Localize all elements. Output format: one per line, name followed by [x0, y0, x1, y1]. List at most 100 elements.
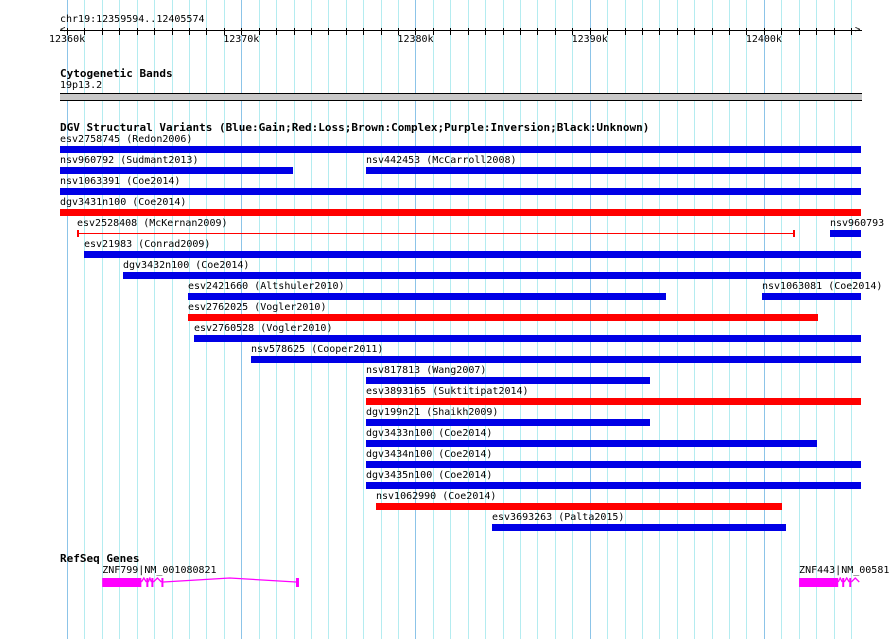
ruler-tick — [137, 28, 138, 35]
ruler-tick — [537, 28, 538, 35]
ruler-tick — [276, 28, 277, 35]
ruler-tick — [311, 28, 312, 35]
ruler-tick — [119, 28, 120, 35]
variant-bar[interactable] — [60, 209, 861, 216]
ruler-tick-label: 12380k — [397, 34, 434, 45]
ruler-tick — [677, 28, 678, 35]
variant-label: dgv3435n100 (Coe2014) — [366, 470, 493, 481]
exon — [799, 578, 839, 587]
variant-line[interactable] — [77, 233, 793, 234]
variant-bar[interactable] — [762, 293, 861, 300]
ruler-tick — [625, 28, 626, 35]
variant-bar[interactable] — [60, 146, 861, 153]
ruler-tick — [328, 28, 329, 35]
variant-bar[interactable] — [366, 377, 650, 384]
variant-label: esv3893165 (Suktitipat2014) — [366, 386, 529, 397]
variant-label: nsv578625 (Cooper2011) — [251, 344, 384, 355]
ruler-tick — [555, 28, 556, 35]
variant-bar[interactable] — [194, 335, 861, 342]
variant-label: esv2421660 (Altshuler2010) — [188, 281, 345, 292]
variant-bar[interactable] — [60, 188, 861, 195]
ruler-tick — [381, 28, 382, 35]
ruler-tick — [154, 28, 155, 35]
gene-model[interactable] — [0, 577, 890, 597]
ruler-tick — [503, 28, 504, 35]
scroll-right-arrow-icon[interactable]: > — [855, 26, 860, 35]
ruler-tick — [172, 28, 173, 35]
ruler-tick — [851, 28, 852, 35]
genome-browser-panel: chr19:12359594..12405574 < > 12360k 12370… — [0, 0, 890, 639]
intron — [843, 577, 850, 583]
ruler-tick — [729, 28, 730, 35]
variant-bar[interactable] — [366, 419, 650, 426]
variant-label: dgv199n21 (Shaikh2009) — [366, 407, 499, 418]
variant-label: nsv1063391 (Coe2014) — [60, 176, 181, 187]
cytoband-bar[interactable] — [60, 93, 862, 101]
variant-bar[interactable] — [188, 293, 666, 300]
ruler-tick — [468, 28, 469, 35]
variant-bar[interactable] — [60, 167, 293, 174]
ruler-axis — [60, 30, 862, 31]
exon — [849, 578, 852, 587]
ruler-tick — [834, 28, 835, 35]
ruler-tick — [102, 28, 103, 35]
variant-bar[interactable] — [492, 524, 786, 531]
ruler-tick — [485, 28, 486, 35]
ruler-tick — [450, 28, 451, 35]
location-label: chr19:12359594..12405574 — [60, 14, 205, 25]
ruler-tick — [189, 28, 190, 35]
intron — [850, 577, 860, 583]
ruler-tick-label: 12390k — [571, 34, 608, 45]
cytoband-track-title[interactable]: Cytogenetic Bands — [60, 67, 173, 80]
ruler-tick — [520, 28, 521, 35]
variant-label: nsv1062990 (Coe2014) — [376, 491, 497, 502]
variant-end-cap — [793, 230, 795, 237]
variant-label: nsv442453 (McCarroll2008) — [366, 155, 517, 166]
variant-label: nsv960792 (Sudmant2013) — [60, 155, 199, 166]
ruler-tick — [799, 28, 800, 35]
variant-bar[interactable] — [366, 461, 861, 468]
ruler-tick-label: 12360k — [49, 34, 86, 45]
variant-label: esv2528408 (McKernan2009) — [77, 218, 228, 229]
variant-bar[interactable] — [376, 503, 782, 510]
ruler-tick-label: 12370k — [223, 34, 260, 45]
ruler-tick — [346, 28, 347, 35]
gene-label: ZNF443|NM_005815 — [799, 565, 890, 576]
variant-label: esv2762025 (Vogler2010) — [188, 302, 327, 313]
variant-label: esv21983 (Conrad2009) — [84, 239, 211, 250]
variant-bar[interactable] — [830, 230, 861, 237]
cytoband-label: 19p13.2 — [60, 80, 103, 91]
refseq-track-title[interactable]: RefSeq Genes — [60, 552, 139, 565]
variant-label: esv2760528 (Vogler2010) — [194, 323, 333, 334]
variant-bar[interactable] — [84, 251, 861, 258]
variant-label: dgv3433n100 (Coe2014) — [366, 428, 493, 439]
variant-bar[interactable] — [366, 167, 861, 174]
ruler-tick — [294, 28, 295, 35]
variant-label: esv3693263 (Palta2015) — [492, 512, 625, 523]
variant-bar[interactable] — [188, 314, 818, 321]
variant-bar[interactable] — [366, 482, 861, 489]
gene-label: ZNF799|NM_001080821 — [102, 565, 217, 576]
ruler-tick — [694, 28, 695, 35]
variant-bar[interactable] — [366, 398, 861, 405]
variant-label: dgv3431n100 (Coe2014) — [60, 197, 187, 208]
variant-label: nsv960793 ( — [830, 218, 890, 229]
ruler-tick — [363, 28, 364, 35]
ruler-tick — [816, 28, 817, 35]
variant-end-cap — [77, 230, 79, 237]
variant-label: esv2758745 (Redon2006) — [60, 134, 193, 145]
dgv-track-title[interactable]: DGV Structural Variants (Blue:Gain;Red:L… — [60, 121, 649, 134]
ruler-tick — [206, 28, 207, 35]
variant-label: dgv3434n100 (Coe2014) — [366, 449, 493, 460]
ruler-tick — [642, 28, 643, 35]
variant-bar[interactable] — [123, 272, 861, 279]
exon — [842, 578, 845, 587]
ruler-tick — [712, 28, 713, 35]
variant-label: nsv1063081 (Coe2014) — [762, 281, 883, 292]
variant-bar[interactable] — [251, 356, 861, 363]
variant-bar[interactable] — [366, 440, 817, 447]
variant-label: dgv3432n100 (Coe2014) — [123, 260, 250, 271]
intron — [837, 577, 843, 583]
variant-label: nsv817813 (Wang2007) — [366, 365, 487, 376]
ruler-tick — [659, 28, 660, 35]
